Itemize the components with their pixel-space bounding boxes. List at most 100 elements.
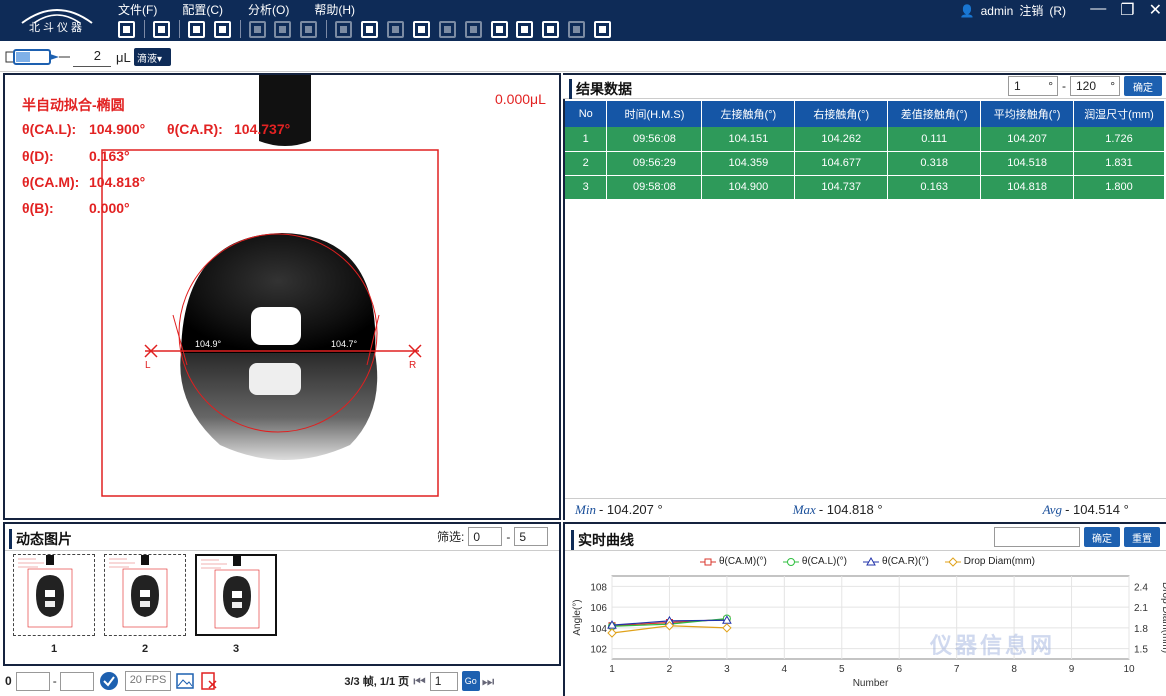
calibrate-icon[interactable] <box>568 20 586 38</box>
title-bar: 北斗仪器 文件(F) 配置(C) 分析(O) 帮助(H) 👤 admin 注销 <box>0 0 1166 41</box>
menu-help[interactable]: 帮助(H) <box>314 1 355 18</box>
page-input[interactable]: 1 <box>429 671 458 691</box>
camera-icon[interactable] <box>361 20 379 38</box>
legend-label: θ(CA.L)(°) <box>801 556 848 567</box>
col-left-angle[interactable]: 左接触角(°) <box>701 101 796 127</box>
open-image-icon[interactable] <box>118 20 135 38</box>
range-confirm-button[interactable]: 确定 <box>1124 76 1162 96</box>
frame-to-input[interactable] <box>59 671 94 691</box>
legend-label: θ(CA.M)(°) <box>719 556 767 567</box>
col-right-angle[interactable]: 右接触角(°) <box>794 101 889 127</box>
dispense-drop-button[interactable]: 滴液▾ <box>134 48 171 66</box>
cell: 104.262 <box>794 127 889 152</box>
cell: 104.518 <box>980 151 1075 176</box>
thumbnail-3[interactable] <box>195 554 277 636</box>
right-marker-label: R <box>409 360 416 371</box>
last-page-icon[interactable]: ⏭ <box>482 673 495 690</box>
table-header-row: No 时间(H.M.S) 左接触角(°) 右接触角(°) 差值接触角(°) 平均… <box>565 101 1165 127</box>
frame-info: 3/3 帧, 1/1 页 <box>344 676 410 688</box>
realtime-chart: 1 2 3 4 5 6 7 8 9 10 102 104 106 108 1.5 1.8 2.1 2.4 Numbe… <box>572 575 1166 689</box>
video-icon[interactable] <box>187 20 205 38</box>
cell: 1.800 <box>1073 175 1165 200</box>
max-value: - 104.818 ° <box>818 502 883 517</box>
curve-controls: 确定 重置 <box>994 527 1160 547</box>
avg-label: Avg <box>1042 501 1063 517</box>
y-axis-label: Angle(°) <box>572 599 583 635</box>
range-from-input[interactable]: 1 ° <box>1008 76 1058 96</box>
col-diff-angle[interactable]: 差值接触角(°) <box>887 101 982 127</box>
watermark: 仪器信息网 <box>930 633 1056 658</box>
frame-from-input[interactable] <box>15 671 50 691</box>
menu-analysis[interactable]: 分析(O) <box>248 1 289 18</box>
settings-gear-icon[interactable] <box>300 20 318 38</box>
export-icon[interactable] <box>335 20 353 38</box>
results-title: 结果数据 <box>569 79 632 99</box>
play-icon[interactable] <box>213 20 231 38</box>
legend-item: Drop Diam(mm) <box>944 556 1035 567</box>
cell: 1.831 <box>1073 151 1165 176</box>
b-label: θ(B): <box>22 200 54 216</box>
delete-file-icon[interactable] <box>199 671 219 691</box>
table-row[interactable]: 3 09:58:08 104.900 104.737 0.163 104.818… <box>565 175 1165 200</box>
grid-icon[interactable] <box>387 20 405 38</box>
col-time[interactable]: 时间(H.M.S) <box>606 101 703 127</box>
frame-separator: - <box>52 674 57 688</box>
minimize-icon[interactable]: — <box>1090 0 1106 20</box>
cell: 0.163 <box>887 175 982 200</box>
curve-reset-button[interactable]: 重置 <box>1124 527 1160 547</box>
menu-config[interactable]: 配置(C) <box>182 1 223 18</box>
image-gallery-icon[interactable] <box>175 671 195 691</box>
restore-icon[interactable]: ❐ <box>1120 0 1134 20</box>
curve-confirm-button[interactable]: 确定 <box>1084 527 1120 547</box>
filter-from-input[interactable]: 0 <box>468 527 503 546</box>
measure-icon[interactable] <box>438 20 456 38</box>
confirm-check-icon[interactable] <box>99 671 119 691</box>
volume-unit: μL <box>116 50 131 65</box>
probe-icon[interactable] <box>490 20 508 38</box>
filter-to-input[interactable]: 5 <box>514 527 549 546</box>
drop-icon[interactable] <box>464 20 482 38</box>
refresh-icon[interactable] <box>412 20 430 38</box>
thumbnail-1[interactable] <box>13 554 95 636</box>
save-as-icon[interactable] <box>274 20 292 38</box>
cell: 2 <box>565 151 608 176</box>
fps-input[interactable]: 20 FPS <box>124 671 172 691</box>
cell: 0.111 <box>887 127 982 152</box>
curve-title: 实时曲线 <box>571 530 634 550</box>
go-button[interactable]: Go <box>461 671 480 691</box>
x-tick-label: 4 <box>782 664 788 675</box>
thumbnail-2-label: 2 <box>141 643 149 655</box>
x-tick-label: 6 <box>896 664 902 675</box>
sync-icon[interactable] <box>542 20 560 38</box>
col-avg-angle[interactable]: 平均接触角(°) <box>980 101 1075 127</box>
menu-file[interactable]: 文件(F) <box>118 1 157 18</box>
legend-triangle-icon <box>863 556 880 565</box>
logout-link[interactable]: 注销 <box>1019 2 1043 19</box>
dispense-volume-input[interactable]: 2 <box>73 48 111 67</box>
word-report-icon[interactable] <box>516 20 534 38</box>
ca-l-label: θ(CA.L): <box>22 121 77 137</box>
x-tick-label: 5 <box>839 664 845 675</box>
cell: 104.900 <box>701 175 796 200</box>
playback-bar: 0 - 20 FPS 3/3 帧, 1/1 页 ⏮ 1 Go ⏭ <box>0 666 561 696</box>
range-to-input[interactable]: 120 ° <box>1070 76 1120 96</box>
thumbnail-2[interactable] <box>104 554 186 636</box>
first-page-icon[interactable]: ⏮ <box>413 673 426 690</box>
col-wetting-size[interactable]: 润湿尺寸(mm) <box>1073 101 1165 127</box>
table-row[interactable]: 2 09:56:29 104.359 104.677 0.318 104.518… <box>565 151 1165 176</box>
toolbar-separator <box>239 20 241 38</box>
close-icon[interactable]: ✕ <box>1149 0 1162 20</box>
table-row[interactable]: 1 09:56:08 104.151 104.262 0.111 104.207… <box>565 127 1165 152</box>
cell: 09:56:08 <box>606 127 703 152</box>
image-icon[interactable] <box>152 20 170 38</box>
y2-axis-label: Drop Diam(mm) <box>1160 582 1166 653</box>
window-controls: — ❐ ✕ <box>1090 0 1162 20</box>
min-value: - 104.207 ° <box>598 502 663 517</box>
col-no[interactable]: No <box>565 101 608 127</box>
curve-filter-input[interactable] <box>994 527 1080 547</box>
x-tick-label: 9 <box>1069 664 1075 675</box>
d-label: θ(D): <box>22 148 54 164</box>
drop-image-panel[interactable]: 104.9° 104.7° L R 半自动拟合-椭圆 0.000μL θ(CA.… <box>3 73 561 520</box>
info-icon[interactable] <box>594 20 612 38</box>
save-icon[interactable] <box>248 20 266 38</box>
